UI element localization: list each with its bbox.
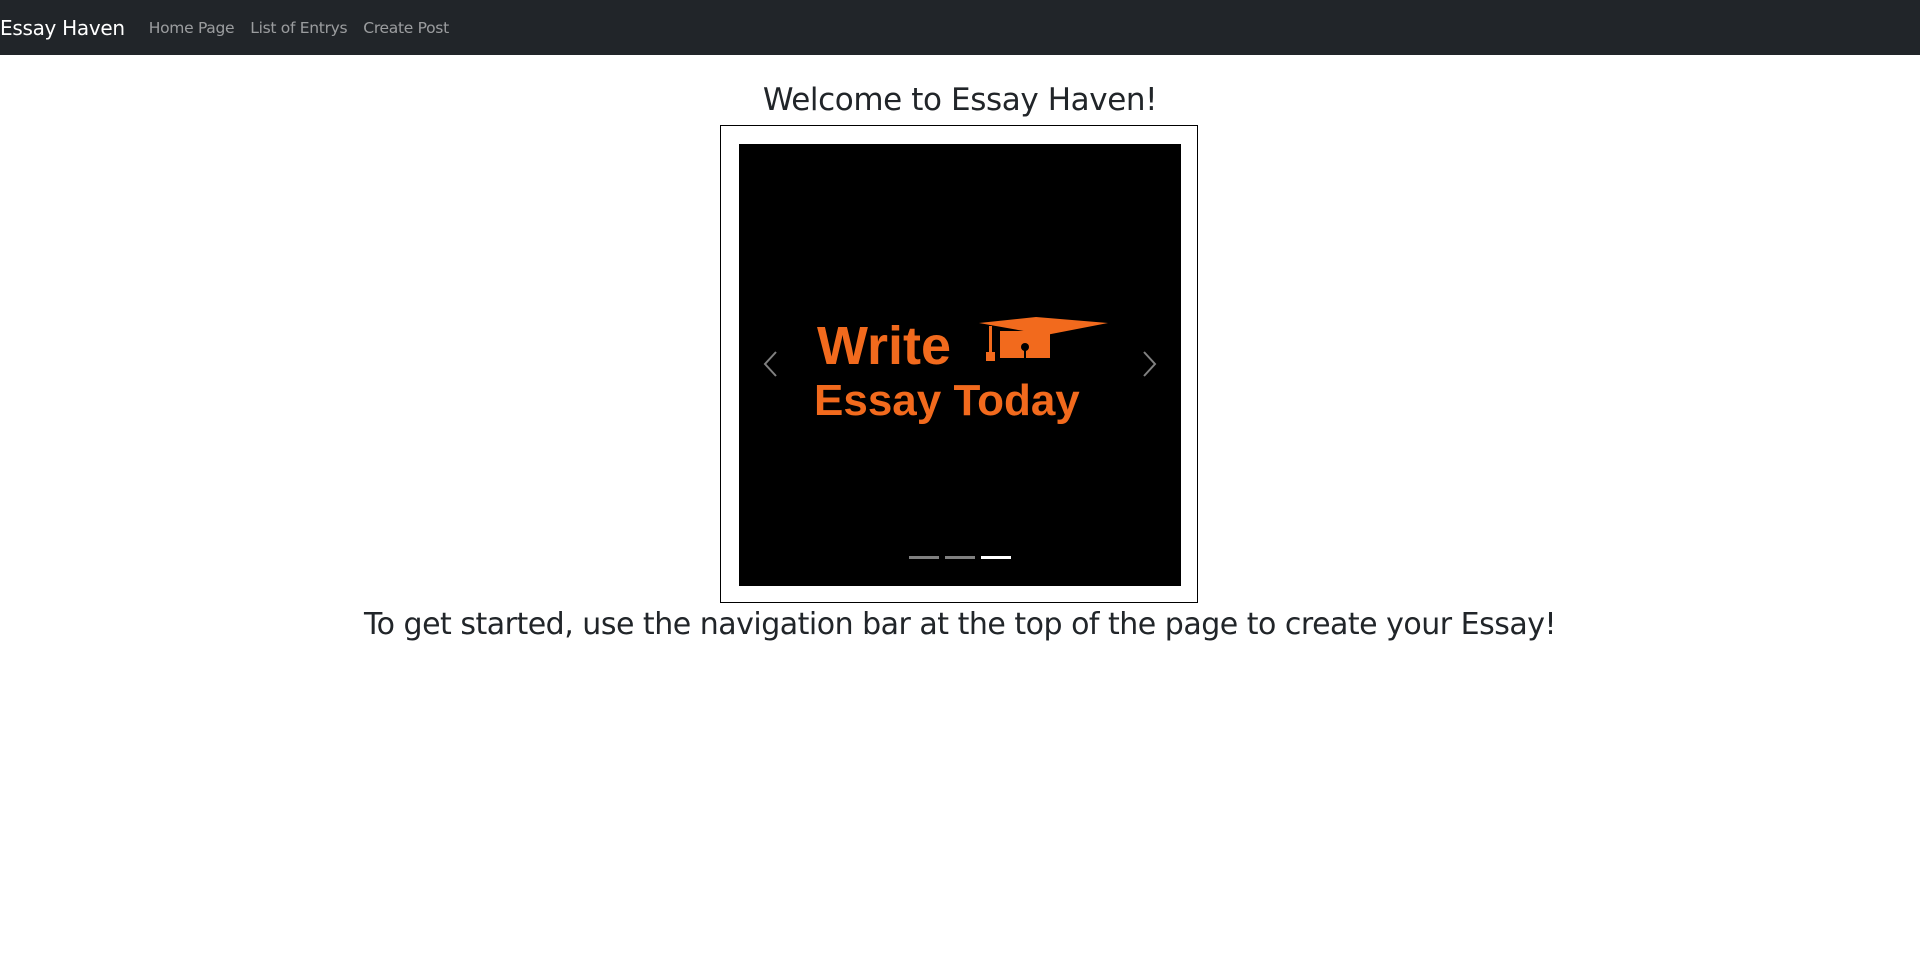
nav-link-list-of-entrys[interactable]: List of Entrys bbox=[250, 19, 347, 37]
carousel-previous-button[interactable] bbox=[749, 334, 793, 394]
carousel-indicators bbox=[739, 556, 1181, 559]
chevron-left-icon bbox=[763, 351, 777, 377]
getting-started-text: To get started, use the navigation bar a… bbox=[363, 607, 1557, 642]
navbar-brand[interactable]: Essay Haven bbox=[0, 16, 125, 40]
graduation-cap-icon bbox=[979, 317, 1108, 361]
carousel-next-button[interactable] bbox=[1127, 334, 1171, 394]
logo-text-essay-today: Essay Today bbox=[814, 376, 1080, 424]
image-carousel: Write Essay Today bbox=[739, 144, 1181, 586]
navbar: Essay Haven Home Page List of Entrys Cre… bbox=[0, 0, 1920, 55]
carousel-indicator-2[interactable] bbox=[945, 556, 975, 559]
write-essay-today-logo: Write Essay Today bbox=[814, 316, 1108, 424]
nav-link-home-page[interactable]: Home Page bbox=[149, 19, 235, 37]
carousel-indicator-3[interactable] bbox=[981, 556, 1011, 559]
page-title: Welcome to Essay Haven! bbox=[762, 82, 1158, 118]
nav-link-create-post[interactable]: Create Post bbox=[363, 19, 449, 37]
chevron-right-icon bbox=[1143, 351, 1157, 377]
carousel-indicator-1[interactable] bbox=[909, 556, 939, 559]
logo-text-write: Write bbox=[817, 316, 951, 376]
